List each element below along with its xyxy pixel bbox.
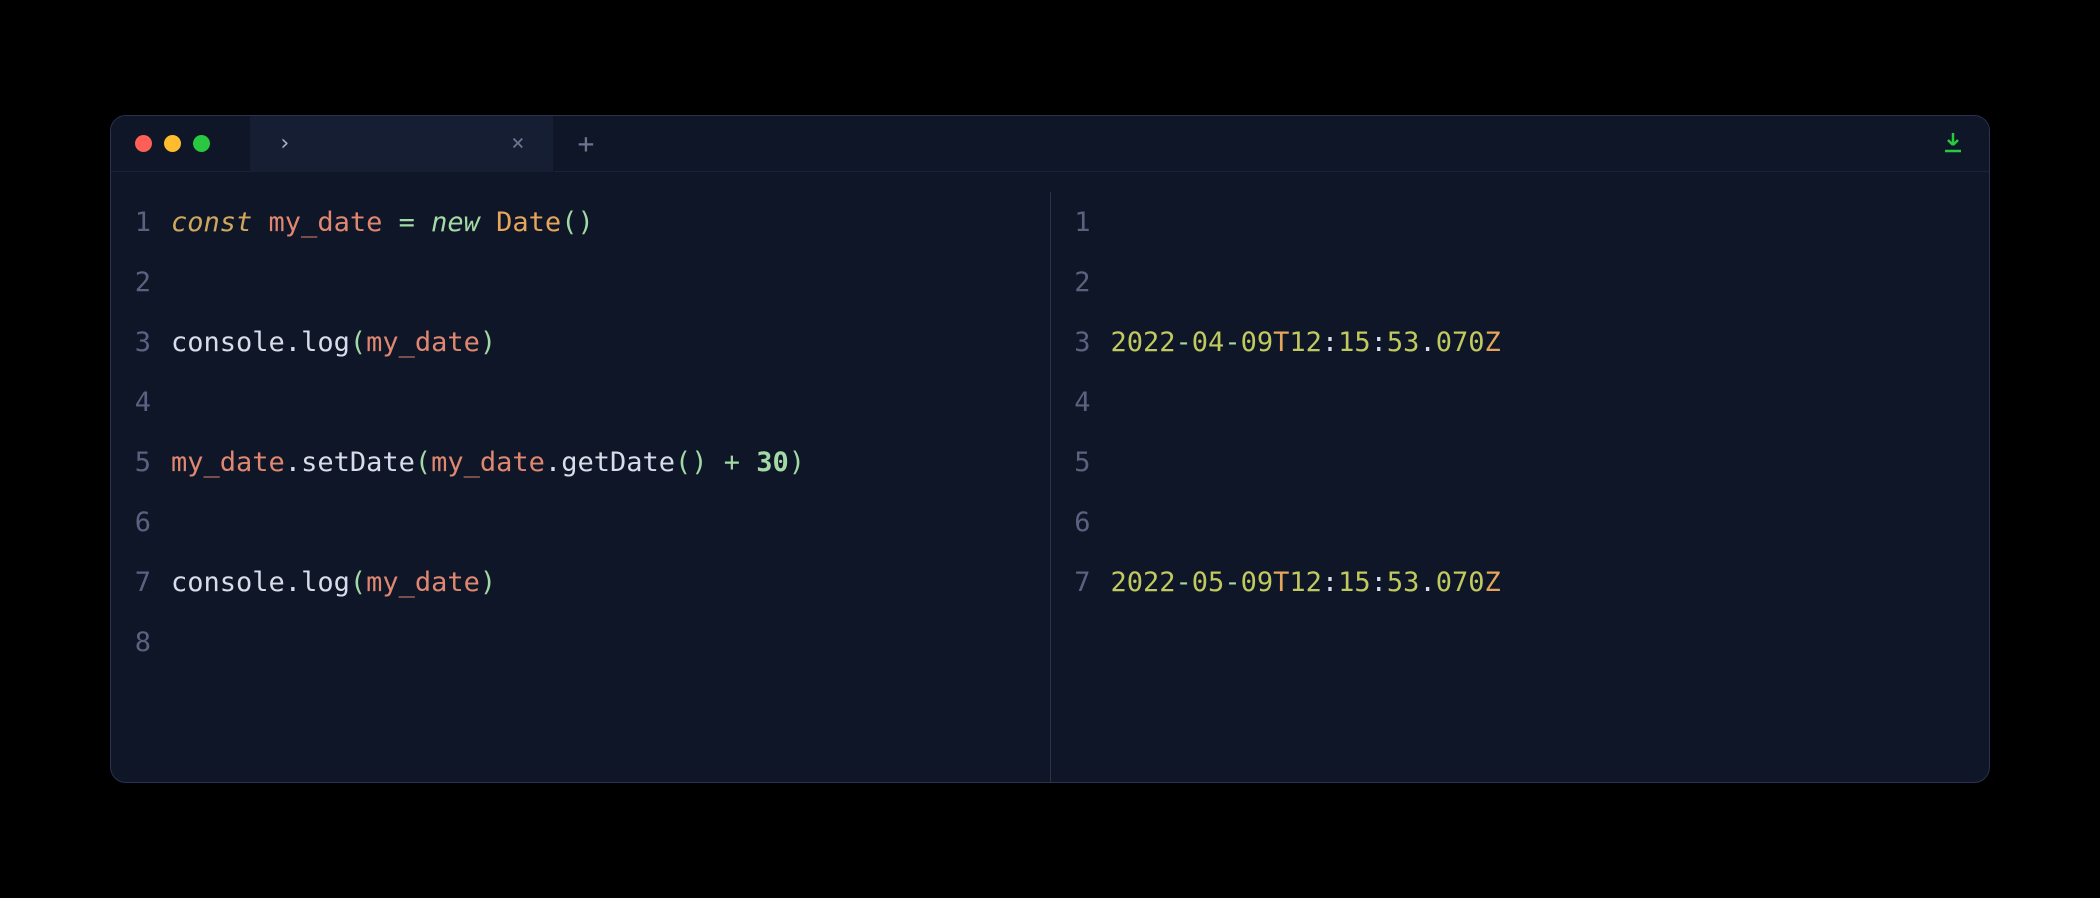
- code-line: 8: [111, 612, 1050, 672]
- line-number: 2: [111, 267, 171, 298]
- output-line: 2: [1051, 252, 1990, 312]
- code-line-content: const my_date = new Date(): [171, 207, 594, 238]
- line-number: 2: [1051, 267, 1111, 298]
- code-line: 1const my_date = new Date(): [111, 192, 1050, 252]
- close-window-button[interactable]: [135, 135, 152, 152]
- output-line: 1: [1051, 192, 1990, 252]
- line-number: 3: [1051, 327, 1111, 358]
- code-line: 3console.log(my_date): [111, 312, 1050, 372]
- code-line-content: console.log(my_date): [171, 567, 496, 598]
- maximize-window-button[interactable]: [193, 135, 210, 152]
- code-line: 6: [111, 492, 1050, 552]
- output-line-content: 2022-04-09T12:15:53.070Z: [1111, 327, 1501, 358]
- code-pane[interactable]: 1const my_date = new Date()23console.log…: [111, 192, 1051, 782]
- line-number: 1: [1051, 207, 1111, 238]
- output-line-content: 2022-05-09T12:15:53.070Z: [1111, 567, 1501, 598]
- output-line: 72022-05-09T12:15:53.070Z: [1051, 552, 1990, 612]
- output-line: 32022-04-09T12:15:53.070Z: [1051, 312, 1990, 372]
- line-number: 7: [1051, 567, 1111, 598]
- line-number: 5: [1051, 447, 1111, 478]
- editor-area: 1const my_date = new Date()23console.log…: [111, 172, 1989, 782]
- output-line: 6: [1051, 492, 1990, 552]
- output-pane: 1232022-04-09T12:15:53.070Z45672022-05-0…: [1051, 192, 1990, 782]
- line-number: 7: [111, 567, 171, 598]
- minimize-window-button[interactable]: [164, 135, 181, 152]
- line-number: 6: [1051, 507, 1111, 538]
- code-line: 5my_date.setDate(my_date.getDate() + 30): [111, 432, 1050, 492]
- line-number: 1: [111, 207, 171, 238]
- titlebar: › × +: [111, 116, 1989, 172]
- line-number: 5: [111, 447, 171, 478]
- line-number: 6: [111, 507, 171, 538]
- download-icon[interactable]: [1941, 130, 1965, 158]
- code-line: 2: [111, 252, 1050, 312]
- output-line: 4: [1051, 372, 1990, 432]
- line-number: 3: [111, 327, 171, 358]
- output-line: 5: [1051, 432, 1990, 492]
- code-line-content: console.log(my_date): [171, 327, 496, 358]
- code-line: 4: [111, 372, 1050, 432]
- editor-tab[interactable]: › ×: [250, 116, 554, 172]
- code-line-content: my_date.setDate(my_date.getDate() + 30): [171, 447, 805, 478]
- line-number: 8: [111, 627, 171, 658]
- new-tab-button[interactable]: +: [554, 127, 619, 160]
- line-number: 4: [111, 387, 171, 418]
- tab-title: ›: [278, 131, 291, 156]
- code-line: 7console.log(my_date): [111, 552, 1050, 612]
- editor-window: › × + 1const my_date = new Date()23conso…: [110, 115, 1990, 783]
- traffic-lights: [111, 135, 210, 152]
- tab-close-icon[interactable]: ×: [511, 131, 524, 156]
- line-number: 4: [1051, 387, 1111, 418]
